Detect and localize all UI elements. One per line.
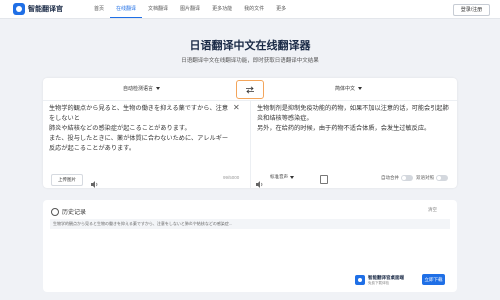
clock-icon bbox=[51, 207, 59, 216]
swap-icon bbox=[246, 85, 254, 94]
translation-text-line: 炎和结核等感染症。 bbox=[257, 115, 313, 122]
clear-input-icon[interactable]: ✕ bbox=[233, 103, 240, 112]
bilingual-label: 双语对照 bbox=[416, 175, 434, 180]
bilingual-toggle[interactable] bbox=[436, 175, 448, 181]
clear-history-button[interactable]: 清空 bbox=[428, 207, 437, 213]
brand-name: 智能翻译官 bbox=[28, 6, 63, 13]
bilingual-toggle-group: 双语对照 bbox=[416, 175, 448, 181]
character-count: 99/5000 bbox=[223, 175, 240, 180]
target-language-label: 简体中文 bbox=[335, 86, 356, 92]
app-logo-icon bbox=[355, 275, 365, 285]
chevron-down-icon bbox=[358, 87, 363, 90]
speaker-icon[interactable] bbox=[91, 175, 99, 193]
upload-image-button[interactable]: 上传图片 bbox=[51, 174, 83, 186]
brand-logo-icon bbox=[13, 3, 25, 15]
nav-item-online-translate[interactable]: 在线翻译 bbox=[110, 0, 143, 18]
auto-merge-label: 自动合并 bbox=[381, 175, 399, 180]
download-now-button[interactable]: 立即下载 bbox=[422, 274, 445, 285]
source-text-line: 肺炎や結核などの感染症が起こることがあります。 bbox=[49, 125, 191, 132]
source-language-label: 自动检测语言 bbox=[123, 86, 154, 92]
source-language-select[interactable]: 自动检测语言 bbox=[123, 85, 161, 92]
copy-icon[interactable] bbox=[320, 175, 328, 184]
nav-item-home[interactable]: 首页 bbox=[88, 0, 110, 18]
panel-divider bbox=[250, 100, 251, 188]
swap-languages-button[interactable] bbox=[236, 80, 264, 99]
source-text-line: また、投与したときに、薬が体質に合わないために、アレルギー bbox=[49, 135, 229, 142]
nav-item-more-features[interactable]: 更多功能 bbox=[206, 0, 238, 18]
translation-text-line: 另外，在给药的时候，由于药物不适合体质，会发生过敏反应。 bbox=[257, 125, 431, 132]
translation-output: 生物制剂是抑制免疫功能的药物，如果不加以注意的话，可能会引起肺 炎和结核等感染症… bbox=[257, 104, 450, 134]
nav-item-more[interactable]: 更多 bbox=[270, 0, 292, 18]
page-title: 日语翻译中文在线翻译器 bbox=[189, 40, 311, 52]
history-item[interactable]: 生物学的観点から見ると生物の働きを抑える薬ですから、注意をしないと肺炎や結核など… bbox=[50, 219, 450, 229]
translator-panel: 自动检测语言 简体中文 生物学的観点から見ると、生物の働きを抑える薬ですから、注… bbox=[43, 78, 457, 188]
login-register-button[interactable]: 登录/注册 bbox=[453, 4, 490, 16]
page-subtitle: 日语翻译中文在线翻译功能，即时获取日语翻译中文结果 bbox=[181, 58, 319, 64]
history-header: 历史记录 bbox=[51, 207, 86, 216]
nav-item-document-translate[interactable]: 文档翻译 bbox=[142, 0, 174, 18]
brand-logo[interactable]: 智能翻译官 bbox=[13, 3, 63, 15]
promo-subtitle: 免费下载体验 bbox=[368, 280, 389, 285]
translation-text-line: 生物制剂是抑制免疫功能的药物，如果不加以注意的话，可能会引起肺 bbox=[257, 105, 449, 112]
nav-item-my-files[interactable]: 我的文件 bbox=[238, 0, 270, 18]
top-navigation-bar: 智能翻译官 首页 在线翻译 文档翻译 图片翻译 更多功能 我的文件 更多 登录/… bbox=[0, 0, 500, 19]
main-nav: 首页 在线翻译 文档翻译 图片翻译 更多功能 我的文件 更多 bbox=[88, 0, 292, 18]
nav-item-image-translate[interactable]: 图片翻译 bbox=[174, 0, 206, 18]
speaker-icon[interactable] bbox=[256, 175, 264, 193]
voice-select[interactable]: 标准音声 bbox=[270, 174, 294, 180]
auto-merge-toggle[interactable] bbox=[401, 175, 413, 181]
history-title: 历史记录 bbox=[62, 210, 87, 216]
auto-merge-toggle-group: 自动合并 bbox=[381, 175, 413, 181]
source-text-input[interactable]: 生物学的観点から見ると、生物の働きを抑える薬ですから、注意をしないと 肺炎や結核… bbox=[49, 104, 233, 154]
chevron-down-icon bbox=[290, 175, 294, 179]
voice-label: 标准音声 bbox=[270, 174, 288, 179]
chevron-down-icon bbox=[156, 87, 161, 90]
source-text-line: 生物学的観点から見ると、生物の働きを抑える薬ですから、注意をしないと bbox=[49, 105, 229, 122]
target-language-select[interactable]: 简体中文 bbox=[335, 85, 363, 92]
source-text-line: 反応が起こることがあります。 bbox=[49, 145, 136, 152]
